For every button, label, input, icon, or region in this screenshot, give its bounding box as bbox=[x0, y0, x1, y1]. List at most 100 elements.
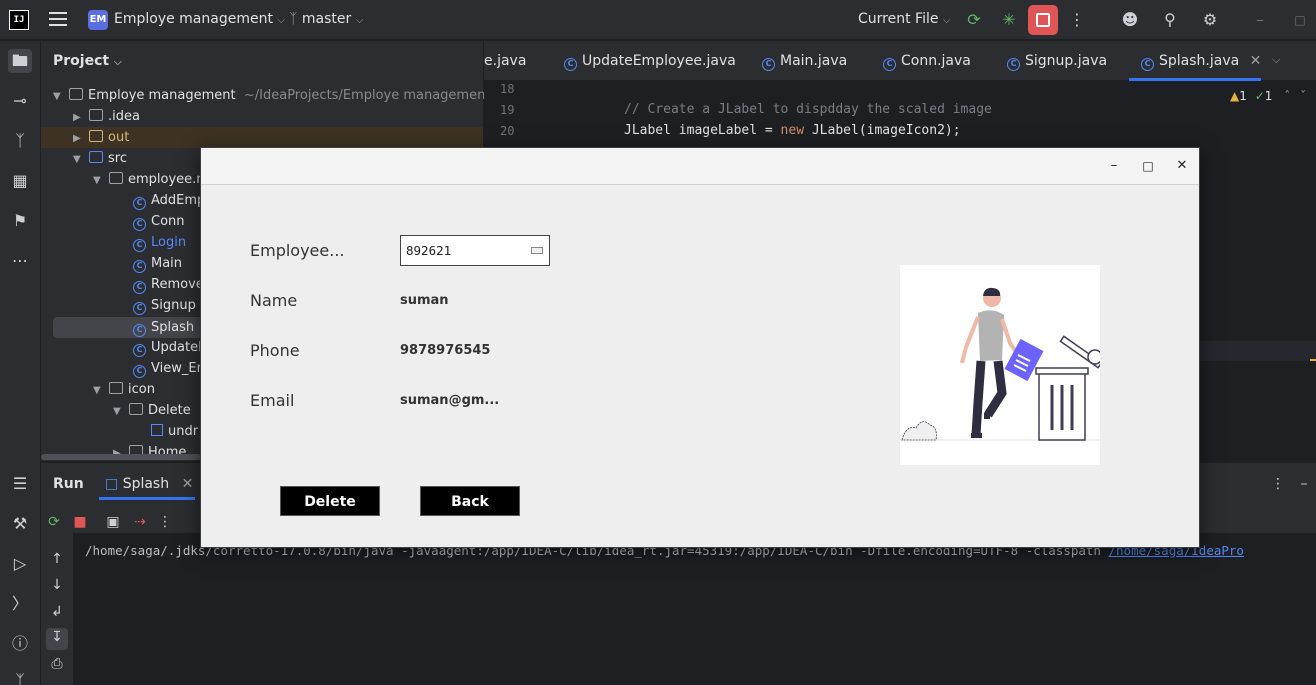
tree-item[interactable]: C Remove bbox=[133, 274, 204, 295]
commit-icon[interactable]: ⊸ bbox=[8, 89, 32, 113]
delete-button[interactable]: Delete bbox=[280, 486, 380, 516]
back-button[interactable]: Back bbox=[420, 486, 520, 516]
branch-selector[interactable]: ᛉ master ⌵ bbox=[289, 11, 363, 27]
run-tab-splash[interactable]: □ Splash ✕ bbox=[105, 476, 193, 492]
tree-item-selected[interactable]: C Splash bbox=[53, 317, 213, 338]
console-output[interactable]: /home/saga/.jdks/corretto-17.0.8/bin/jav… bbox=[73, 533, 1316, 685]
editor-tab-active[interactable]: C Splash.java ✕ bbox=[1141, 53, 1261, 71]
chevron-down-icon: ⌵ bbox=[355, 15, 364, 26]
close-tab-icon[interactable]: ✕ bbox=[182, 476, 194, 492]
more-actions-icon[interactable]: ⋮ bbox=[1067, 10, 1087, 30]
rerun-icon[interactable]: ⟳ bbox=[45, 513, 63, 531]
more-tools-icon[interactable]: ⋯ bbox=[8, 249, 32, 273]
chevron-down-icon: ▼ bbox=[113, 406, 121, 417]
editor-tab[interactable]: C UpdateEmployee.java bbox=[564, 53, 736, 71]
settings-gear-icon[interactable]: ⚙ bbox=[1200, 10, 1220, 30]
code-comment[interactable]: // Create a JLabel to dispdday the scale… bbox=[624, 102, 992, 117]
minimize-icon[interactable]: – bbox=[1105, 157, 1123, 175]
hide-panel-icon[interactable]: – bbox=[1295, 475, 1313, 493]
code-line[interactable]: JLabel imageLabel = new JLabel(imageIcon… bbox=[624, 123, 961, 138]
project-panel-title[interactable]: Project ⌵ bbox=[53, 53, 122, 69]
tree-item[interactable]: ▼ employee.m bbox=[93, 169, 209, 190]
project-badge[interactable]: EM bbox=[88, 10, 108, 30]
chevron-down-icon[interactable]: ˇ bbox=[1300, 89, 1306, 103]
arrow-down-icon[interactable]: ↓ bbox=[48, 576, 66, 594]
class-icon: C bbox=[564, 58, 577, 71]
folder-icon bbox=[69, 88, 83, 100]
folder-icon bbox=[89, 130, 103, 142]
git-icon[interactable]: ᛉ bbox=[8, 669, 32, 685]
editor-tab[interactable]: C Signup.java bbox=[1007, 53, 1107, 71]
debug-bug-icon[interactable]: ✳ bbox=[999, 10, 1019, 30]
tree-item[interactable]: C Signup bbox=[133, 295, 196, 316]
window-titlebar[interactable]: – □ ✕ bbox=[201, 148, 1199, 185]
tree-root[interactable]: ▼ Employe management ~/IdeaProjects/Emplo… bbox=[53, 85, 490, 106]
inspection-widget[interactable]: ▲1 ✓1 ˆ ˇ bbox=[1230, 89, 1306, 103]
class-icon: C bbox=[133, 260, 146, 273]
soft-wrap-icon[interactable]: ↲ bbox=[48, 603, 66, 621]
tree-item[interactable]: ▼ icon bbox=[93, 379, 155, 400]
horizontal-scrollbar[interactable] bbox=[41, 454, 201, 460]
tree-item[interactable]: C Conn bbox=[133, 211, 185, 232]
chevron-down-icon: ▼ bbox=[93, 175, 101, 186]
exit-icon[interactable]: ⇢ bbox=[131, 513, 149, 531]
project-folder-icon[interactable]: 🖿 bbox=[8, 49, 32, 73]
tree-item[interactable]: ▶ .idea bbox=[73, 106, 140, 127]
maximize-icon[interactable]: □ bbox=[1139, 157, 1157, 175]
rerun-icon[interactable]: ⟳ bbox=[964, 10, 984, 30]
employee-id-choice[interactable]: 892621 bbox=[400, 235, 550, 266]
close-icon[interactable]: ✕ bbox=[1173, 157, 1191, 175]
branch-name: master bbox=[301, 11, 352, 27]
project-name: Employe management bbox=[114, 11, 273, 27]
editor-tab[interactable]: e.java bbox=[484, 53, 526, 69]
project-selector[interactable]: Employe management ⌵ bbox=[114, 11, 285, 27]
problems-icon[interactable]: ⓘ bbox=[8, 632, 32, 656]
terminal-icon[interactable]: 〉 bbox=[8, 592, 32, 616]
arrow-up-icon[interactable]: ↑ bbox=[48, 550, 66, 568]
tree-item[interactable]: ▼ Delete bbox=[113, 400, 191, 421]
add-user-icon[interactable]: ☻ bbox=[1120, 10, 1140, 30]
stop-icon[interactable]: ■ bbox=[71, 513, 89, 531]
class-icon: C bbox=[133, 324, 146, 337]
package-icon bbox=[109, 172, 123, 184]
minimize-icon[interactable]: – bbox=[1250, 10, 1270, 30]
editor-tab[interactable]: C Conn.java bbox=[883, 53, 971, 71]
warning-stripe-marker[interactable] bbox=[1310, 359, 1316, 361]
tree-item[interactable]: ▼ src bbox=[73, 148, 127, 169]
print-icon[interactable]: ⎙ bbox=[48, 655, 66, 673]
search-icon[interactable]: ⚲ bbox=[1160, 10, 1180, 30]
run-config-selector[interactable]: Current File ⌵ bbox=[858, 11, 951, 27]
build-hammer-icon[interactable]: ⚒ bbox=[8, 512, 32, 536]
editor-tab[interactable]: C Main.java bbox=[762, 53, 847, 71]
tree-item[interactable]: C UpdateE bbox=[133, 337, 206, 358]
tree-item[interactable]: undr bbox=[151, 421, 198, 442]
close-tab-icon[interactable]: ✕ bbox=[1250, 53, 1262, 69]
more-options-icon[interactable]: ⋮ bbox=[1269, 475, 1287, 493]
tree-item[interactable]: C AddEmp bbox=[133, 190, 205, 211]
pull-requests-icon[interactable]: ᛉ bbox=[8, 129, 32, 153]
structure-icon[interactable]: ▦ bbox=[8, 169, 32, 193]
person-trash-illustration bbox=[900, 287, 1100, 441]
chevron-down-icon[interactable]: ⌵ bbox=[1272, 53, 1280, 67]
check-icon: ✓ bbox=[1254, 89, 1265, 103]
tree-item[interactable]: C Main bbox=[133, 253, 182, 274]
stop-button[interactable] bbox=[1028, 5, 1058, 35]
run-services-icon[interactable]: ▷ bbox=[8, 552, 32, 576]
chevron-up-icon[interactable]: ˆ bbox=[1284, 89, 1290, 103]
active-tab-indicator bbox=[1129, 78, 1261, 81]
tree-item[interactable]: ▶ out bbox=[41, 127, 483, 148]
main-menu-icon[interactable] bbox=[49, 12, 67, 28]
tree-item[interactable]: C View_Er bbox=[133, 358, 202, 379]
scroll-to-end-icon[interactable]: ↧ bbox=[46, 628, 68, 650]
maximize-icon[interactable]: □ bbox=[1290, 10, 1310, 30]
email-value: suman@gm... bbox=[400, 393, 500, 408]
services-list-icon[interactable]: ☰ bbox=[8, 472, 32, 496]
run-config-label: Current File bbox=[858, 11, 939, 27]
bookmarks-icon[interactable]: ⚑ bbox=[8, 209, 32, 233]
dropdown-icon bbox=[531, 247, 543, 254]
more-actions-icon[interactable]: ⋮ bbox=[156, 513, 174, 531]
class-icon: C bbox=[1141, 58, 1154, 71]
tree-item[interactable]: C Login bbox=[133, 232, 186, 253]
editor-tabs: e.java C UpdateEmployee.java C Main.java C… bbox=[484, 41, 1316, 81]
camera-icon[interactable]: ▣ bbox=[104, 513, 122, 531]
